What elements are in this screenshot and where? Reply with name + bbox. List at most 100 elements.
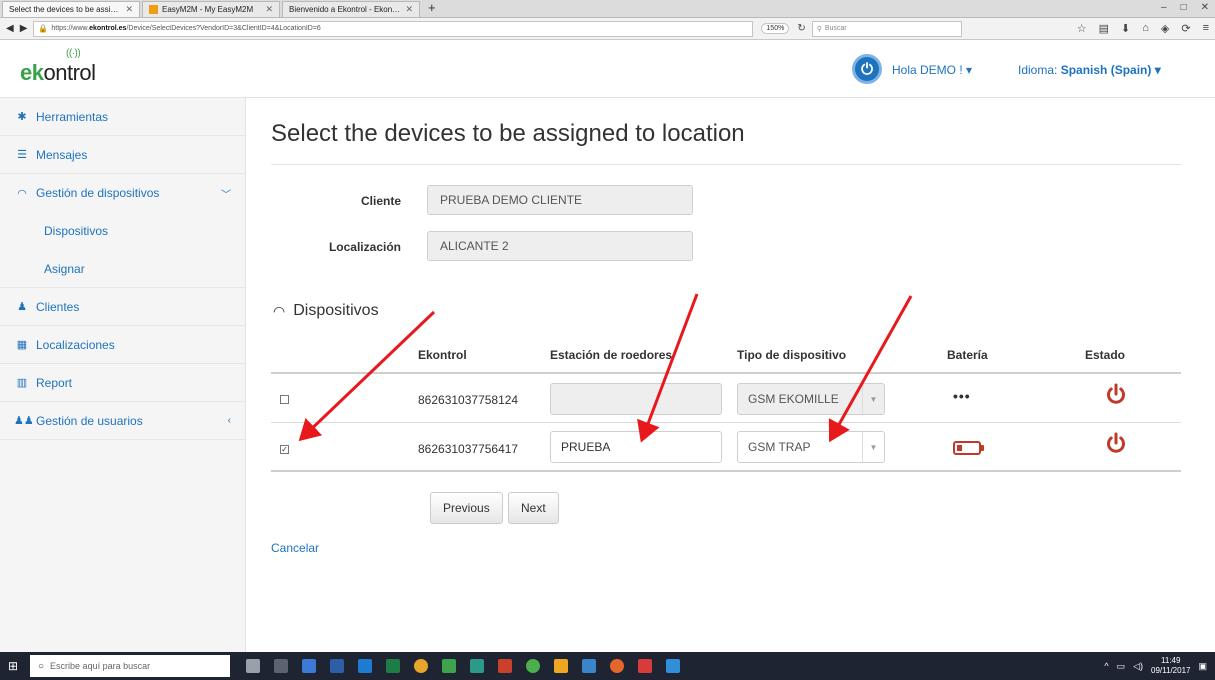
back-icon[interactable]: ◀ [6, 23, 14, 34]
menu-icon[interactable]: ≡ [1203, 22, 1209, 35]
browser-search-input[interactable]: ⚲ Buscar [811, 20, 962, 37]
app-red-icon[interactable] [638, 659, 652, 673]
wifi-icon: ◠ [17, 187, 27, 200]
lock-icon: 🔒 [38, 24, 49, 33]
bar-chart-icon: ▥ [16, 377, 28, 389]
windows-start-icon[interactable]: ⊞ [0, 652, 26, 680]
browser-tab-bar: Select the devices to be assigne ✕ EasyM… [0, 0, 1215, 18]
sidebar-subitem-asignar[interactable]: Asignar [0, 250, 245, 288]
row-2-tipo-select[interactable]: GSM TRAP ▼ [737, 431, 885, 463]
column-header-bateria: Batería [947, 348, 988, 362]
maximize-icon[interactable]: □ [1181, 2, 1187, 13]
sidebar-item-report[interactable]: ▥ Report [0, 364, 245, 402]
sidebar-item-clientes[interactable]: ♟ Clientes [0, 288, 245, 326]
row-1-checkbox[interactable] [280, 395, 289, 404]
forward-icon[interactable]: ▶ [20, 23, 28, 34]
new-tab-button[interactable]: + [420, 1, 444, 17]
zoom-level[interactable]: 150% [761, 23, 790, 34]
microphone-icon[interactable] [246, 659, 260, 673]
firefox-icon[interactable] [610, 659, 624, 673]
taskbar-clock[interactable]: 11:49 09/11/2017 [1151, 656, 1190, 676]
sidebar-item-mensajes[interactable]: ☰ Mensajes [0, 136, 245, 174]
next-button[interactable]: Next [508, 492, 559, 524]
photos-icon[interactable] [582, 659, 596, 673]
chrome-icon[interactable] [414, 659, 428, 673]
reload-icon[interactable]: ↻ [797, 23, 805, 34]
browser-tab-select-devices[interactable]: Select the devices to be assigne ✕ [2, 1, 140, 17]
close-icon[interactable]: ✕ [265, 4, 273, 15]
chevron-down-icon: ﹀ [221, 189, 231, 201]
column-header-estado: Estado [1085, 348, 1126, 362]
table-header-divider [271, 372, 1181, 374]
power-status-icon[interactable] [1106, 383, 1126, 405]
internet-explorer-icon[interactable] [666, 659, 680, 673]
sidebar-item-localizaciones[interactable]: ▦ Localizaciones [0, 326, 245, 364]
column-header-ekontrol: Ekontrol [418, 348, 467, 362]
taskbar-search-input[interactable]: ○ Escribe aquí para buscar [30, 655, 230, 677]
spotify-icon[interactable] [526, 659, 540, 673]
battery-nub [981, 445, 984, 451]
row-2-checkbox[interactable]: ✓ [280, 445, 289, 454]
download-icon[interactable]: ⬇ [1121, 22, 1130, 35]
column-header-estacion: Estación de roedores [550, 348, 673, 362]
row-2-estacion-input[interactable]: PRUEBA [550, 431, 722, 463]
sidebar-item-label: Report [36, 375, 73, 390]
home-icon[interactable]: ⌂ [1142, 22, 1149, 35]
notifications-icon[interactable]: ▣ [1198, 661, 1207, 672]
browser-tab-easym2m[interactable]: EasyM2M - My EasyM2M ✕ [142, 1, 280, 17]
reading-list-icon[interactable]: ▤ [1099, 22, 1109, 35]
cancel-link[interactable]: Cancelar [271, 541, 319, 555]
browser-tab-bienvenido[interactable]: Bienvenido a Ekontrol - Ekontrol ✕ [282, 1, 420, 17]
logo-rest-part: ontrol [43, 60, 96, 85]
powerpoint-icon[interactable] [498, 659, 512, 673]
tools-icon[interactable] [554, 659, 568, 673]
sidebar-item-label: Clientes [36, 299, 80, 314]
windows-taskbar: ⊞ ○ Escribe aquí para buscar ^ ▭ ◁) 11:4… [0, 652, 1215, 680]
previous-button[interactable]: Previous [430, 492, 503, 524]
excel-icon[interactable] [386, 659, 400, 673]
signal-icon: ((·)) [66, 48, 81, 59]
taskbar-search-placeholder: Escribe aquí para buscar [50, 661, 151, 671]
caret-down-icon: ▼ [862, 384, 884, 414]
search-icon: ○ [38, 660, 45, 672]
table-bottom-divider [271, 470, 1181, 472]
network-icon[interactable]: ▭ [1117, 661, 1126, 672]
bookmark-star-icon[interactable]: ☆ [1077, 22, 1087, 35]
close-window-icon[interactable]: ✕ [1201, 2, 1209, 13]
localizacion-field: ALICANTE 2 [427, 231, 693, 261]
word-icon[interactable] [330, 659, 344, 673]
row-2-tipo-value: GSM TRAP [748, 440, 811, 454]
cliente-field: PRUEBA DEMO CLIENTE [427, 185, 693, 215]
minimize-icon[interactable]: – [1161, 2, 1167, 13]
app-icon[interactable] [442, 659, 456, 673]
window-controls: – □ ✕ [1161, 2, 1209, 13]
tray-chevron-up-icon[interactable]: ^ [1104, 661, 1108, 671]
file-explorer-icon[interactable] [302, 659, 316, 673]
pocket-icon[interactable]: ◈ [1161, 22, 1169, 35]
close-icon[interactable]: ✕ [125, 4, 133, 15]
title-divider [271, 164, 1181, 165]
url-bar[interactable]: 🔒 https://www. ekontrol.es/Device/SelectD… [33, 20, 754, 37]
sidebar-item-gestion-dispositivos[interactable]: ◠ Gestión de dispositivos ﹀ [0, 174, 245, 212]
task-view-icon[interactable] [274, 659, 288, 673]
sidebar-item-gestion-usuarios[interactable]: ♟♟ Gestión de usuarios ‹ [0, 402, 245, 440]
language-selector[interactable]: Idioma: Spanish (Spain) ▾ [1018, 63, 1161, 77]
sidebar-item-label: Asignar [44, 261, 85, 276]
row-2-ekontrol-id: 862631037756417 [418, 442, 519, 456]
ekontrol-logo[interactable]: ekontrol ((·)) [20, 48, 96, 86]
close-icon[interactable]: ✕ [405, 4, 413, 15]
power-status-icon[interactable] [1106, 432, 1126, 454]
tab-label: Select the devices to be assigne [9, 5, 122, 14]
volume-icon[interactable]: ◁) [1133, 661, 1143, 672]
user-menu[interactable]: Hola DEMO ! ▾ [892, 63, 972, 77]
sidebar-item-label: Gestión de dispositivos [36, 186, 160, 200]
devices-section-heading: ◠ Dispositivos [273, 302, 379, 320]
wifi-icon: ◠ [273, 302, 286, 319]
sidebar-subitem-dispositivos[interactable]: Dispositivos [0, 212, 245, 250]
page-title: Select the devices to be assigned to loc… [271, 120, 745, 147]
taskbar-apps [246, 659, 680, 673]
sidebar-item-herramientas[interactable]: ✱ Herramientas [0, 98, 245, 136]
sync-icon[interactable]: ⟳ [1181, 22, 1190, 35]
outlook-icon[interactable] [358, 659, 372, 673]
project-icon[interactable] [470, 659, 484, 673]
